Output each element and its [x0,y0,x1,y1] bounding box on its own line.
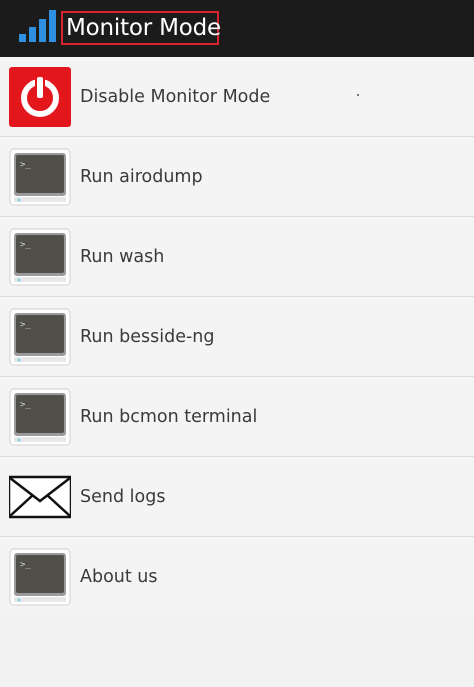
menu-item-run-bcmon-terminal[interactable]: Run bcmon terminal [0,377,474,457]
menu-item-disable-monitor-mode[interactable]: Disable Monitor Mode [0,57,474,137]
terminal-icon [9,307,71,367]
terminal-icon [9,227,71,287]
page-title: Monitor Mode [66,15,222,41]
menu-item-label: Disable Monitor Mode [80,87,271,107]
menu-item-send-logs[interactable]: Send logs [0,457,474,537]
envelope-icon [9,475,71,519]
menu-item-label: Run bcmon terminal [80,407,258,427]
menu-item-run-wash[interactable]: Run wash [0,217,474,297]
terminal-icon [9,147,71,207]
page-title-highlight: Monitor Mode [61,11,222,45]
menu-item-run-besside-ng[interactable]: Run besside-ng [0,297,474,377]
power-icon [9,67,71,127]
screen-speck [357,94,359,96]
menu-item-run-airodump[interactable]: Run airodump [0,137,474,217]
terminal-icon [9,547,71,607]
menu-item-label: About us [80,567,158,587]
menu-item-label: Run wash [80,247,165,267]
menu-item-label: Send logs [80,487,166,507]
terminal-icon [9,387,71,447]
menu-item-label: Run airodump [80,167,203,187]
menu-list: Disable Monitor Mode Run airodump Run wa… [0,57,474,617]
menu-item-about-us[interactable]: About us [0,537,474,617]
menu-item-label: Run besside-ng [80,327,215,347]
app-bar: Monitor Mode [0,0,474,57]
signal-bars-icon[interactable] [18,10,58,42]
